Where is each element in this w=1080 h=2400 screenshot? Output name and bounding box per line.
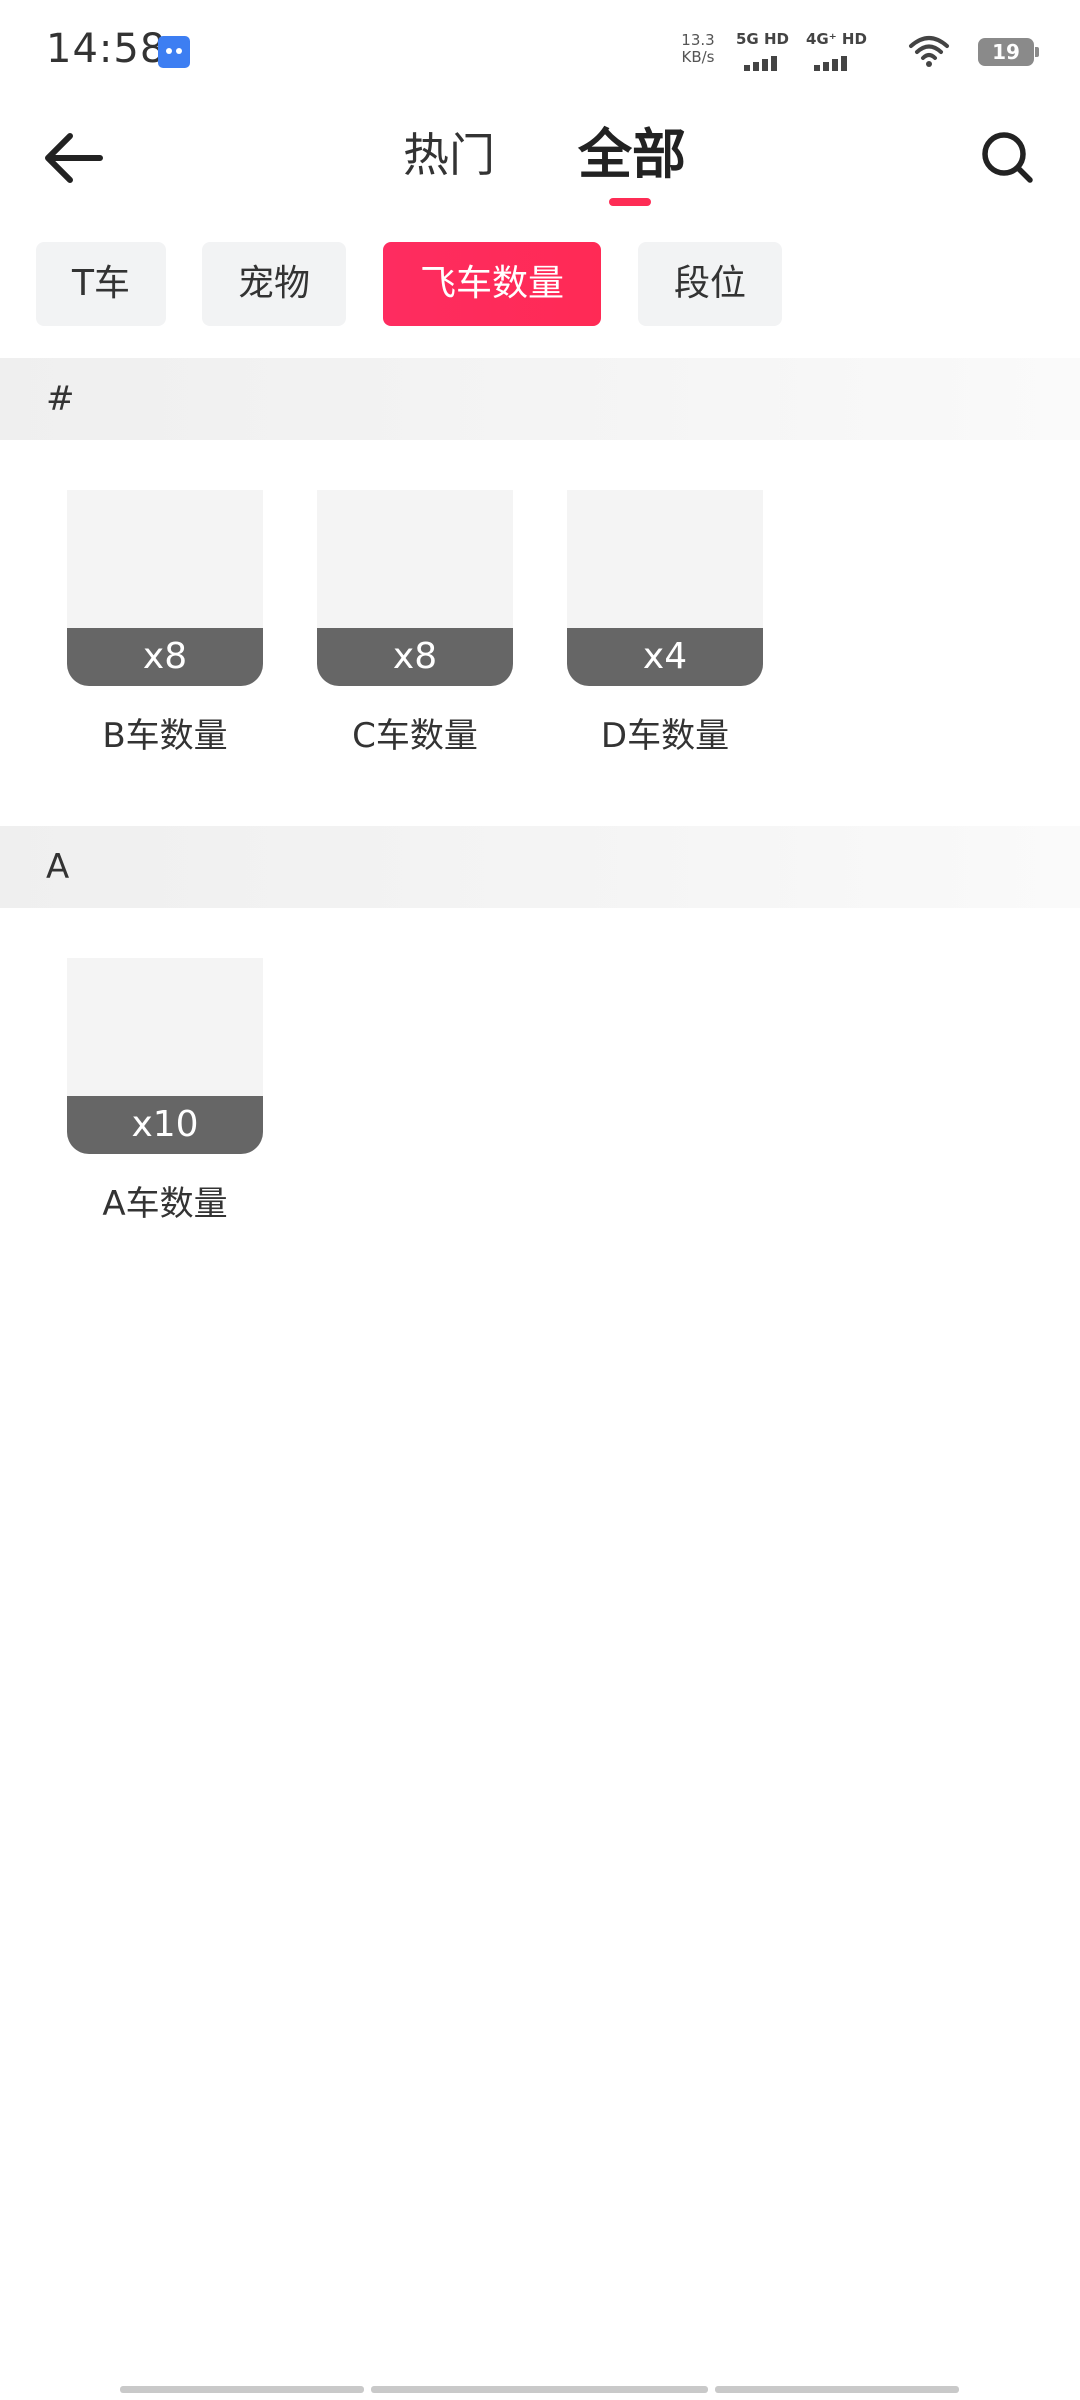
back-button[interactable] [38,122,110,194]
status-bar: 14:58 13.3 KB/s 5G HD 4G⁺ HD 19 [0,0,1080,100]
item-a-car-count[interactable]: x10 A车数量 [67,958,263,1225]
nav-indicator-segment [715,2386,959,2393]
chip-kart-count[interactable]: 飞车数量 [383,242,601,326]
signal-bars-icon [744,52,780,71]
item-c-car-count[interactable]: x8 C车数量 [317,490,513,757]
item-b-car-count[interactable]: x8 B车数量 [67,490,263,757]
tab-hot[interactable]: 热门 [394,120,504,190]
item-thumbnail: x8 [67,490,263,686]
count-badge: x8 [67,628,263,686]
section-header-hash: # [0,358,1080,440]
item-label: A车数量 [102,1184,228,1224]
active-tab-indicator [609,198,651,206]
network-speed-unit: KB/s [681,48,715,66]
item-thumbnail: x4 [567,490,763,686]
section-header-a: A [0,826,1080,908]
signal-bars-icon [814,52,850,71]
signal-5g: 5G HD [736,30,800,71]
chat-icon [158,36,190,68]
status-time: 14:58 [46,26,167,72]
tab-all[interactable]: 全部 [570,120,694,190]
battery-icon: 19 [978,38,1039,66]
item-label: D车数量 [600,716,730,756]
count-badge: x8 [317,628,513,686]
wifi-icon [909,36,949,67]
chip-rank[interactable]: 段位 [638,242,782,326]
item-label: B车数量 [102,716,228,756]
status-indicators: 13.3 KB/s 5G HD 4G⁺ HD 19 [634,30,1039,74]
count-badge: x4 [567,628,763,686]
arrow-left-icon [45,133,103,183]
signal-4g-label: 4G⁺ HD [806,30,867,48]
section-title: A [46,847,70,887]
count-badge: x10 [67,1096,263,1154]
category-filter-bar: T车 宠物 飞车数量 段位 [0,242,1080,326]
nav-indicator-segment [120,2386,364,2393]
signal-5g-label: 5G HD [736,30,789,48]
network-speed: 13.3 KB/s [674,32,722,66]
item-label: C车数量 [352,716,478,756]
search-icon [982,132,1033,183]
chip-pets[interactable]: 宠物 [202,242,346,326]
top-navigation: 热门 全部 [0,100,1080,220]
section-title: # [46,379,75,419]
item-thumbnail: x8 [317,490,513,686]
signal-4g: 4G⁺ HD [806,30,870,71]
network-speed-value: 13.3 [681,31,715,49]
chip-t-car[interactable]: T车 [36,242,166,326]
item-thumbnail: x10 [67,958,263,1154]
nav-indicator-segment [371,2386,708,2393]
item-d-car-count[interactable]: x4 D车数量 [567,490,763,757]
gesture-navigation-bar[interactable] [0,2386,1080,2394]
search-button[interactable] [972,122,1044,194]
